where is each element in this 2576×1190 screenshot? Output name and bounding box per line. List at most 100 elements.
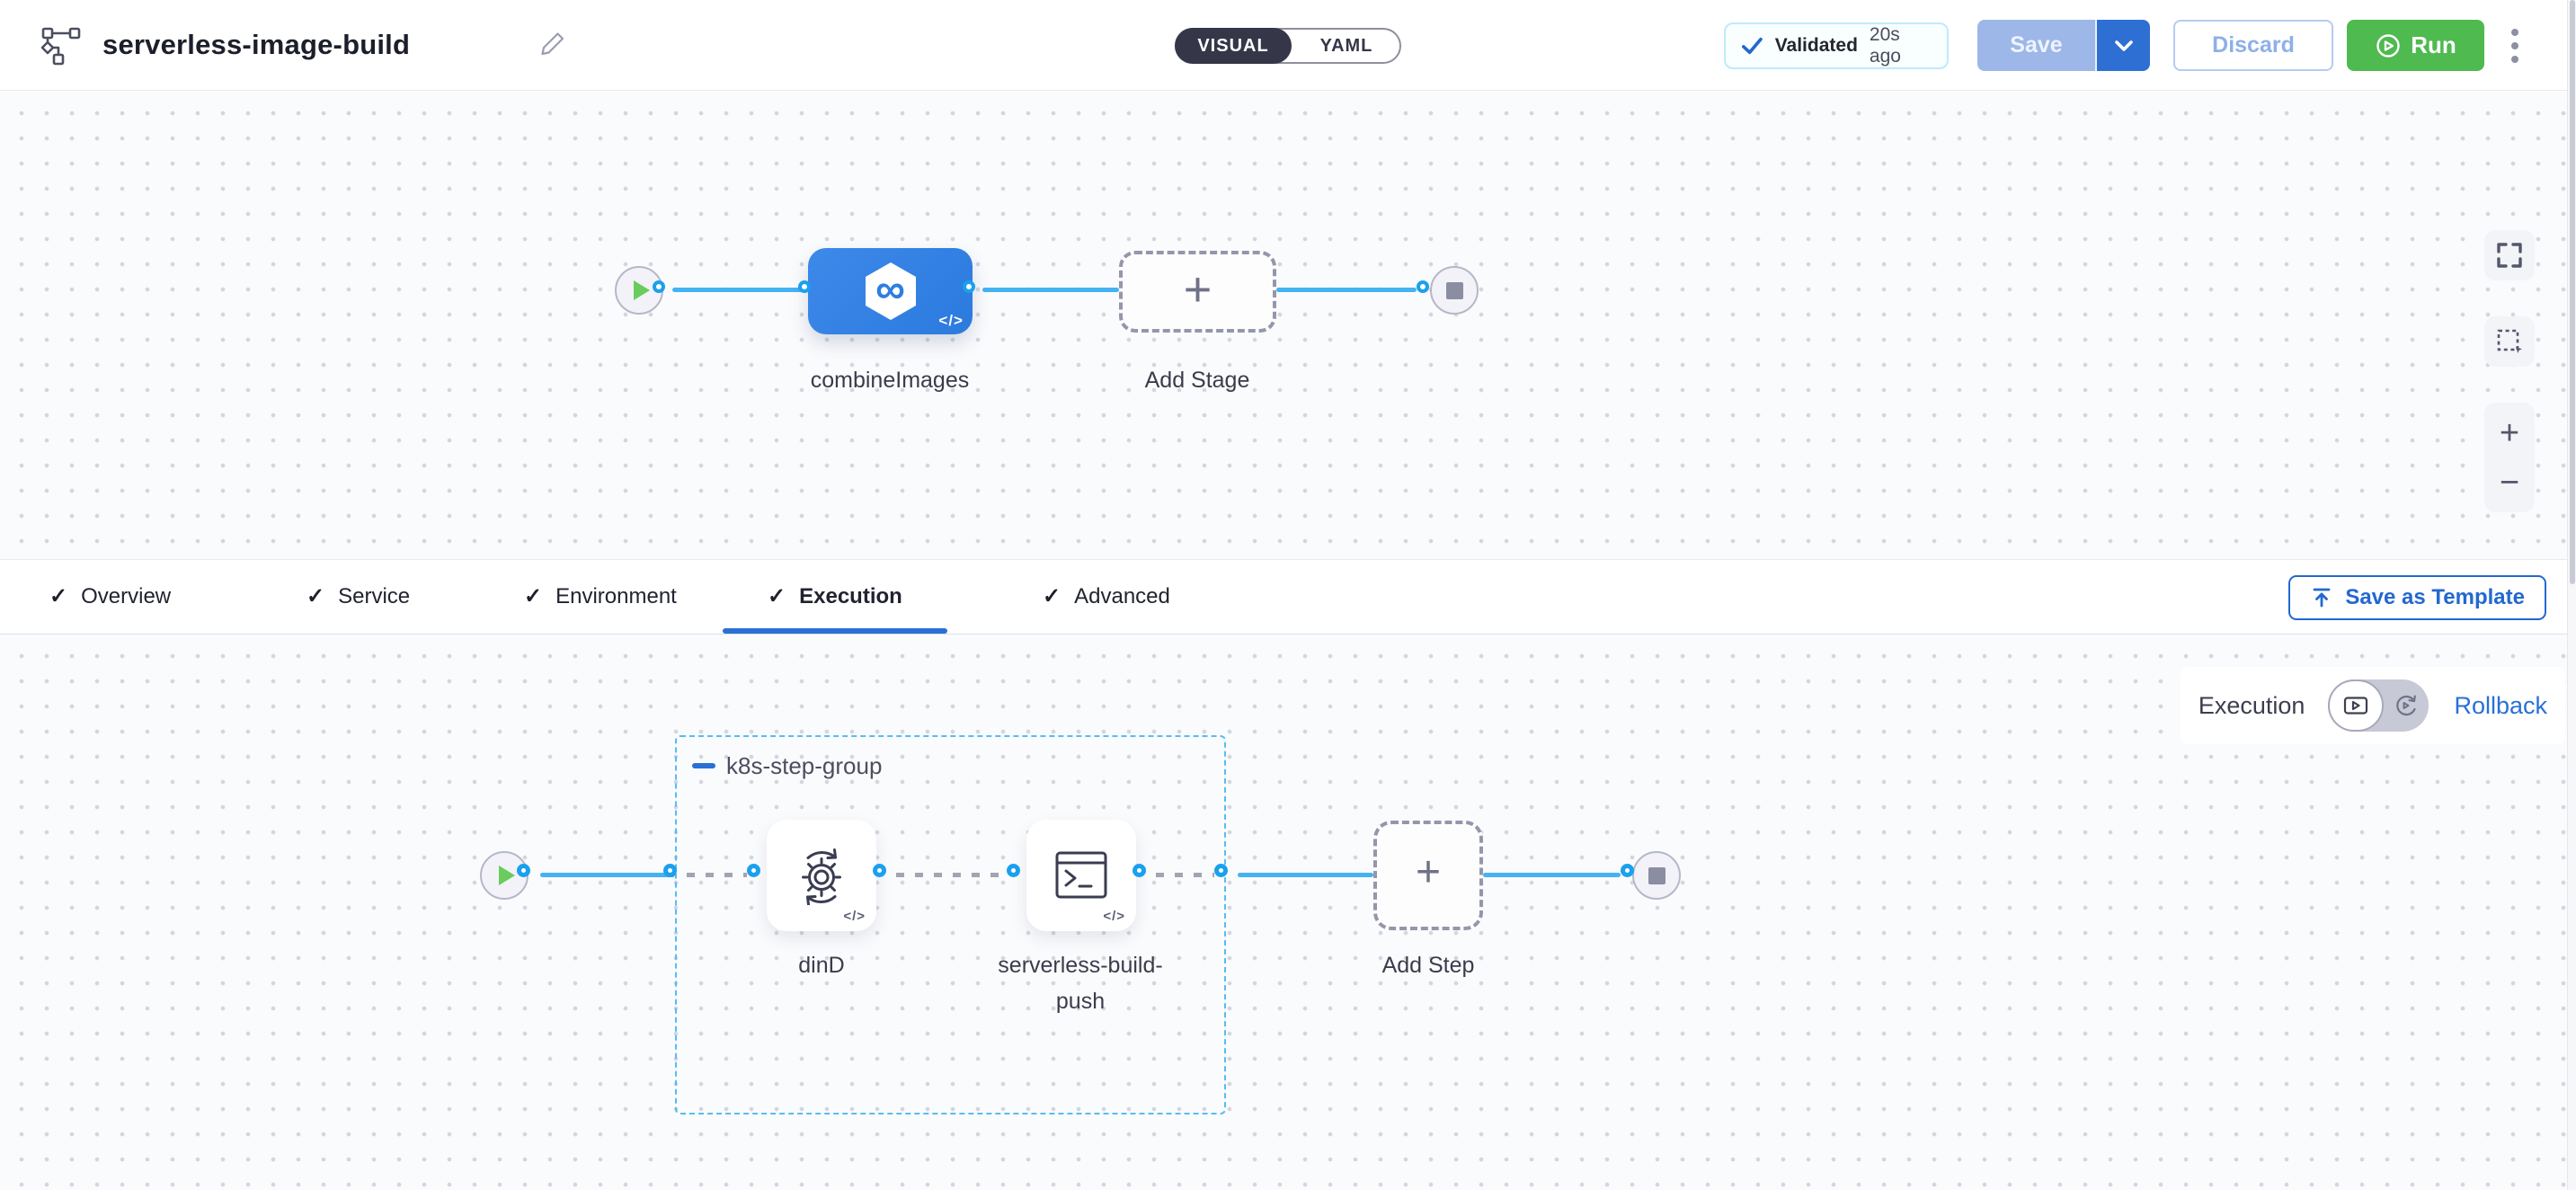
tab-label: Advanced xyxy=(1074,584,1170,609)
ci-stage-hexagon-icon: ∞ xyxy=(863,262,919,321)
port-dind-out[interactable] xyxy=(873,864,886,877)
stop-square-icon xyxy=(1648,867,1666,884)
port-serverless-out[interactable] xyxy=(1133,864,1146,877)
add-stage-button[interactable]: + xyxy=(1119,251,1276,333)
port-stage-in[interactable] xyxy=(798,280,811,293)
tab-execution[interactable]: ✓ Execution xyxy=(723,560,947,634)
step-label-dind: dinD xyxy=(732,947,911,983)
toggle-yaml[interactable]: YAML xyxy=(1292,28,1401,64)
port-serverless-in[interactable] xyxy=(1007,864,1020,877)
tab-environment[interactable]: ✓ Environment xyxy=(479,560,722,634)
marquee-select-icon xyxy=(2495,327,2524,356)
execution-mode-bar: Execution Rollback xyxy=(2181,667,2565,744)
add-step-label: Add Step xyxy=(1338,947,1518,983)
save-split-button: Save xyxy=(1977,20,2150,71)
rollback-link[interactable]: Rollback xyxy=(2454,692,2547,720)
execution-end-node xyxy=(1632,851,1681,900)
validated-status: Validated xyxy=(1775,35,1858,57)
run-play-icon xyxy=(2375,32,2402,59)
check-icon: ✓ xyxy=(524,583,542,609)
step-code-icon: </> xyxy=(843,909,866,924)
vertical-scrollbar[interactable] xyxy=(2567,0,2576,1190)
plus-icon: + xyxy=(1184,265,1212,314)
check-icon: ✓ xyxy=(306,583,324,609)
save-dropdown-button[interactable] xyxy=(2095,20,2150,71)
discard-button[interactable]: Discard xyxy=(2173,20,2333,71)
execution-view-toggle-button[interactable] xyxy=(2328,679,2384,732)
stage-code-icon: </> xyxy=(938,312,964,330)
tab-advanced[interactable]: ✓ Advanced xyxy=(998,560,1215,634)
pipeline-end-node xyxy=(1430,266,1479,315)
edge-dind-to-serverless xyxy=(896,873,1007,877)
port-start-out[interactable] xyxy=(517,864,530,877)
save-button[interactable]: Save xyxy=(1977,20,2095,71)
tab-overview[interactable]: ✓ Overview xyxy=(4,560,216,634)
edge-addstage-to-end xyxy=(1276,288,1417,292)
scrollbar-thumb[interactable] xyxy=(2570,0,2575,584)
save-as-template-label: Save as Template xyxy=(2345,585,2525,610)
execution-mode-label: Execution xyxy=(2198,692,2305,720)
edit-title-button[interactable] xyxy=(539,31,566,62)
step-node-dind[interactable]: </> xyxy=(767,820,876,931)
rollback-view-icon xyxy=(2394,693,2419,718)
tab-label: Service xyxy=(338,584,410,609)
validated-badge[interactable]: Validated 20s ago xyxy=(1724,22,1949,69)
port-start-out[interactable] xyxy=(653,280,665,293)
edge-start-to-stage xyxy=(672,288,808,292)
kebab-dot xyxy=(2511,42,2518,49)
pipeline-icon xyxy=(40,26,83,70)
port-group-in[interactable] xyxy=(663,864,677,877)
gear-sync-icon xyxy=(792,846,851,905)
step-label-serverless: serverless-build-push xyxy=(990,947,1170,1019)
stop-square-icon xyxy=(1446,282,1463,299)
edge-groupin-to-dind xyxy=(687,873,747,877)
config-tab-bar: ✓ Overview ✓ Service ✓ Environment ✓ Exe… xyxy=(0,559,2576,635)
stage-node-combineimages[interactable]: ∞ </> xyxy=(808,248,973,334)
run-label: Run xyxy=(2411,31,2456,59)
studio-header: serverless-image-build VISUAL YAML Valid… xyxy=(0,0,2576,91)
step-node-serverless-build-push[interactable]: </> xyxy=(1026,820,1136,931)
pipeline-title: serverless-image-build xyxy=(102,29,410,61)
rollback-view-toggle-button[interactable] xyxy=(2384,679,2429,732)
save-as-template-button[interactable]: Save as Template xyxy=(2288,575,2546,620)
collapse-group-button[interactable] xyxy=(692,763,715,768)
fullscreen-icon xyxy=(2496,242,2523,269)
execution-canvas[interactable]: Execution Rollback xyxy=(0,635,2576,1190)
plus-icon: + xyxy=(1416,851,1441,894)
pipeline-studio-screen: ∞ </> + combineImages Add Stage xyxy=(0,0,2576,1190)
start-play-icon xyxy=(499,866,515,885)
edge-addstep-to-end xyxy=(1483,873,1621,877)
fullscreen-button[interactable] xyxy=(2484,230,2535,280)
more-options-button[interactable] xyxy=(2501,21,2528,71)
check-icon: ✓ xyxy=(1043,583,1061,609)
check-icon xyxy=(1742,35,1763,57)
edge-start-to-group xyxy=(540,873,675,877)
marquee-select-button[interactable] xyxy=(2484,316,2535,367)
toggle-visual[interactable]: VISUAL xyxy=(1175,28,1292,64)
check-icon: ✓ xyxy=(49,583,67,609)
tab-label: Overview xyxy=(81,584,171,609)
stage-canvas[interactable]: ∞ </> + combineImages Add Stage xyxy=(0,92,2576,559)
zoom-out-button[interactable]: − xyxy=(2500,457,2519,507)
chevron-down-icon xyxy=(2114,40,2134,52)
infinity-icon: ∞ xyxy=(863,262,919,321)
tab-label: Execution xyxy=(799,584,902,609)
port-end-in[interactable] xyxy=(1417,280,1429,293)
kebab-dot xyxy=(2511,29,2518,36)
visual-yaml-toggle: VISUAL YAML xyxy=(1175,28,1401,64)
pencil-icon xyxy=(539,31,566,58)
execution-rollback-toggle[interactable] xyxy=(2328,679,2429,732)
check-icon: ✓ xyxy=(768,583,786,609)
run-button[interactable]: Run xyxy=(2347,20,2484,71)
validated-time: 20s ago xyxy=(1870,24,1931,67)
kebab-dot xyxy=(2511,56,2518,63)
port-stage-out[interactable] xyxy=(963,280,975,293)
add-stage-label: Add Stage xyxy=(1062,368,1332,394)
tab-service[interactable]: ✓ Service xyxy=(262,560,455,634)
port-dind-in[interactable] xyxy=(747,864,760,877)
add-step-button[interactable]: + xyxy=(1373,821,1483,930)
step-group-container[interactable]: k8s-step-group xyxy=(675,735,1226,1115)
zoom-in-button[interactable]: + xyxy=(2500,408,2519,457)
port-end-in[interactable] xyxy=(1621,864,1634,877)
port-group-out[interactable] xyxy=(1214,864,1228,877)
